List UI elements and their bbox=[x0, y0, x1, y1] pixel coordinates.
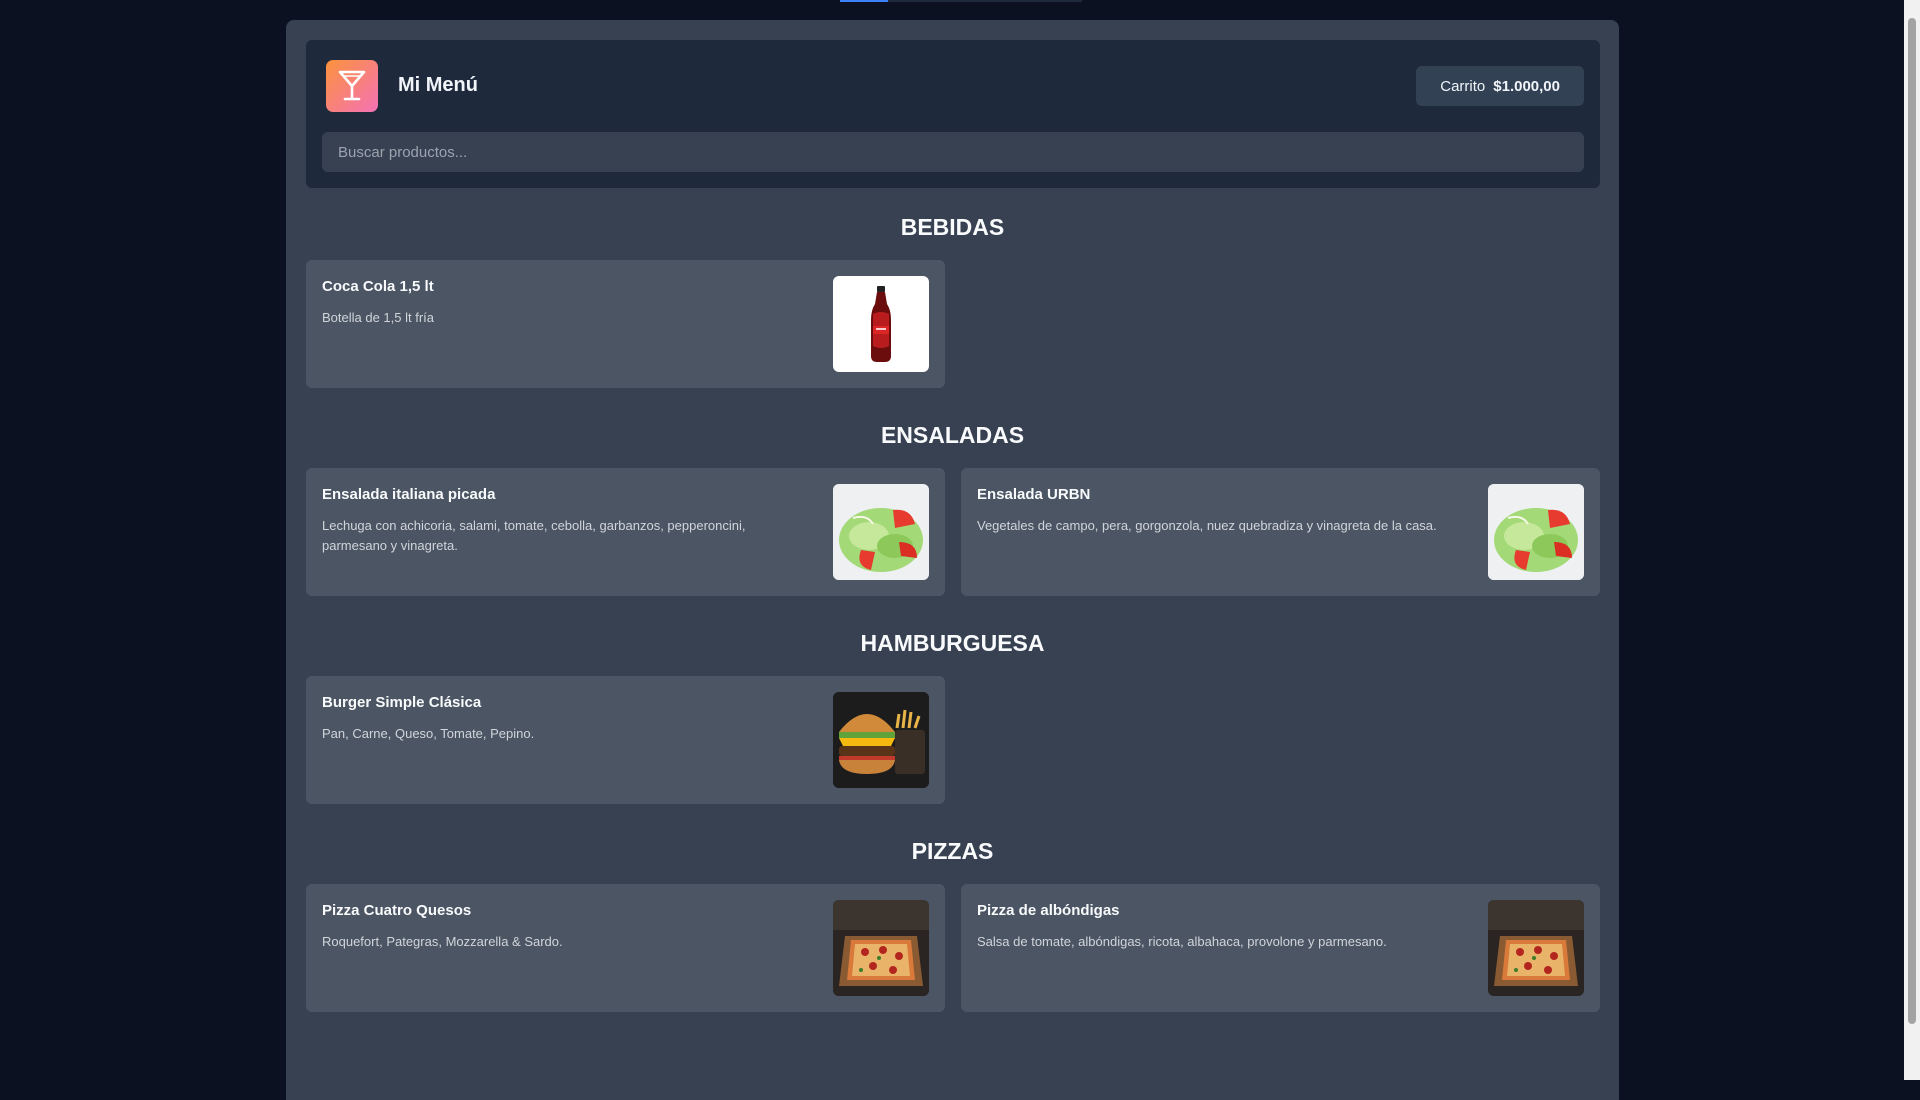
product-card-coca-cola[interactable]: Coca Cola 1,5 lt Botella de 1,5 lt fría bbox=[306, 260, 945, 388]
product-name: Coca Cola 1,5 lt bbox=[322, 278, 434, 295]
product-card-pizza-cuatro-quesos[interactable]: Pizza Cuatro Quesos Roquefort, Pategras,… bbox=[306, 884, 945, 1012]
search-input[interactable] bbox=[322, 132, 1584, 172]
burger-image bbox=[833, 692, 929, 788]
section-title-bebidas: BEBIDAS bbox=[900, 214, 1005, 240]
product-card-ensalada-italiana[interactable]: Ensalada italiana picada Lechuga con ach… bbox=[306, 468, 945, 596]
product-description: Salsa de tomate, albóndigas, ricota, alb… bbox=[977, 934, 1387, 949]
scrollbar-thumb[interactable] bbox=[1908, 18, 1916, 1024]
tab-indicator bbox=[840, 0, 1082, 2]
product-description: Pan, Carne, Queso, Tomate, Pepino. bbox=[322, 726, 535, 741]
pizza-image bbox=[833, 900, 929, 996]
product-description: Botella de 1,5 lt fría bbox=[322, 310, 435, 325]
section-title-pizzas: PIZZAS bbox=[911, 838, 994, 864]
salad-image bbox=[833, 484, 929, 580]
product-name: Ensalada URBN bbox=[977, 486, 1091, 503]
page-scrollbar[interactable] bbox=[1904, 0, 1920, 1080]
cart-button[interactable]: Carrito $1.000,00 bbox=[1416, 66, 1584, 106]
product-card-pizza-albondigas[interactable]: Pizza de albóndigas Salsa de tomate, alb… bbox=[961, 884, 1600, 1012]
page-title: Mi Menú bbox=[398, 74, 478, 96]
product-name: Ensalada italiana picada bbox=[322, 486, 496, 503]
cart-label: Carrito bbox=[1440, 77, 1486, 95]
cart-total: $1.000,00 bbox=[1493, 77, 1560, 95]
coca-cola-bottle-image bbox=[833, 276, 929, 372]
product-card-ensalada-urbn[interactable]: Ensalada URBN Vegetales de campo, pera, … bbox=[961, 468, 1600, 596]
tab-indicator-active bbox=[840, 0, 888, 2]
product-description: Vegetales de campo, pera, gorgonzola, nu… bbox=[977, 518, 1437, 533]
pizza-image bbox=[1488, 900, 1584, 996]
menu-page: Mi Menú Carrito $1.000,00 BEBIDAS Coca C… bbox=[286, 20, 1619, 1100]
product-name: Burger Simple Clásica bbox=[322, 694, 482, 711]
product-card-burger[interactable]: Burger Simple Clásica Pan, Carne, Queso,… bbox=[306, 676, 945, 804]
header: Mi Menú Carrito $1.000,00 bbox=[306, 40, 1600, 188]
product-description: Roquefort, Pategras, Mozzarella & Sardo. bbox=[322, 934, 563, 949]
product-description: Lechuga con achicoria, salami, tomate, c… bbox=[322, 518, 746, 553]
salad-image bbox=[1488, 484, 1584, 580]
section-title-ensaladas: ENSALADAS bbox=[880, 422, 1025, 448]
cocktail-icon bbox=[326, 60, 378, 112]
product-name: Pizza Cuatro Quesos bbox=[322, 902, 472, 919]
section-title-hamburguesa: HAMBURGUESA bbox=[860, 630, 1045, 656]
product-name: Pizza de albóndigas bbox=[977, 902, 1120, 919]
